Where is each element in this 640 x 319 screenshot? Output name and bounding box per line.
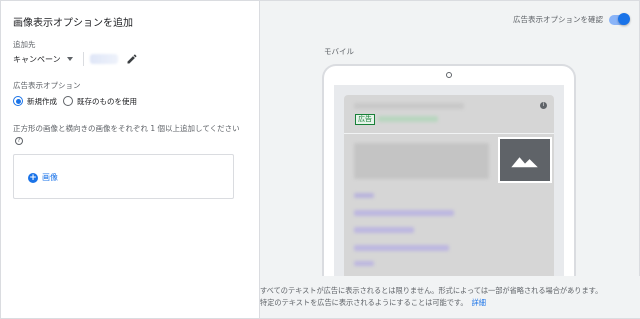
blurred-description bbox=[354, 143, 489, 179]
campaign-select-value: キャンペーン bbox=[13, 54, 61, 64]
add-image-label: 画像 bbox=[42, 173, 58, 182]
caret-down-icon bbox=[66, 57, 73, 61]
radio-new[interactable]: 新規作成 bbox=[13, 96, 57, 107]
extension-radio-group: 新規作成 既存のものを使用 bbox=[13, 95, 137, 107]
left-panel: 画像表示オプションを追加 追加先 キャンペーン 広告表示オプション 新規作成 既… bbox=[1, 1, 259, 318]
campaign-select[interactable]: キャンペーン bbox=[13, 54, 73, 65]
landscape-image-icon bbox=[511, 157, 538, 168]
add-image-button[interactable]: + 画像 bbox=[28, 172, 58, 183]
add-to-label: 追加先 bbox=[13, 40, 36, 49]
ad-image bbox=[498, 137, 552, 183]
preview-toggle-row: 広告表示オプションを確認 bbox=[513, 12, 630, 25]
card-divider bbox=[344, 133, 554, 134]
preview-footer: すべてのテキストが広告に表示されるとは限りません。形式によっては一部が省略される… bbox=[260, 276, 640, 318]
blurred-sitelink bbox=[354, 227, 414, 233]
details-link[interactable]: 詳細 bbox=[472, 298, 486, 307]
panel-title: 画像表示オプションを追加 bbox=[13, 18, 133, 29]
blurred-sitelink bbox=[354, 245, 449, 251]
help-icon[interactable]: ? bbox=[15, 137, 23, 145]
preview-toggle[interactable] bbox=[609, 12, 630, 25]
ad-preview-card: i 広告 bbox=[344, 95, 554, 276]
radio-existing-label: 既存のものを使用 bbox=[77, 96, 137, 106]
blurred-sitelink bbox=[354, 193, 374, 198]
blurred-headline bbox=[354, 103, 464, 109]
blurred-sitelink bbox=[354, 210, 454, 216]
campaign-name-redacted bbox=[89, 54, 118, 64]
pencil-icon[interactable] bbox=[126, 53, 138, 65]
radio-new-button[interactable] bbox=[13, 96, 23, 106]
campaign-row: キャンペーン bbox=[13, 51, 138, 67]
add-circle-icon: + bbox=[28, 172, 38, 183]
blurred-sitelink bbox=[354, 261, 374, 266]
divider bbox=[82, 52, 84, 66]
phone-mockup: i 広告 bbox=[322, 64, 576, 276]
image-upload-box: + 画像 bbox=[13, 154, 234, 199]
preview-toggle-label: 広告表示オプションを確認 bbox=[513, 15, 603, 24]
blurred-url bbox=[378, 116, 438, 122]
preview-panel: 広告表示オプションを確認 モバイル i 広告 すべてのテキストが広告に表示される… bbox=[259, 1, 640, 318]
image-instruction: 正方形の画像と横向きの画像をそれぞれ 1 個以上追加してください ? bbox=[13, 123, 245, 147]
info-icon[interactable]: i bbox=[540, 102, 547, 109]
device-label: モバイル bbox=[324, 47, 354, 56]
ad-badge: 広告 bbox=[355, 114, 375, 125]
footer-note-2-text: 特定のテキストを広告に表示されるようにすることは可能です。 bbox=[260, 298, 468, 307]
radio-existing-button[interactable] bbox=[63, 96, 73, 106]
footer-note-1: すべてのテキストが広告に表示されるとは限りません。形式によっては一部が省略される… bbox=[260, 286, 603, 295]
radio-existing[interactable]: 既存のものを使用 bbox=[63, 96, 137, 107]
footer-note-2: 特定のテキストを広告に表示されるようにすることは可能です。 詳細 bbox=[260, 298, 486, 308]
image-instruction-text: 正方形の画像と横向きの画像をそれぞれ 1 個以上追加してください bbox=[13, 124, 240, 133]
extension-label: 広告表示オプション bbox=[13, 81, 81, 90]
phone-screen: i 広告 bbox=[334, 85, 564, 276]
camera-icon bbox=[446, 72, 452, 78]
radio-new-label: 新規作成 bbox=[27, 96, 57, 106]
